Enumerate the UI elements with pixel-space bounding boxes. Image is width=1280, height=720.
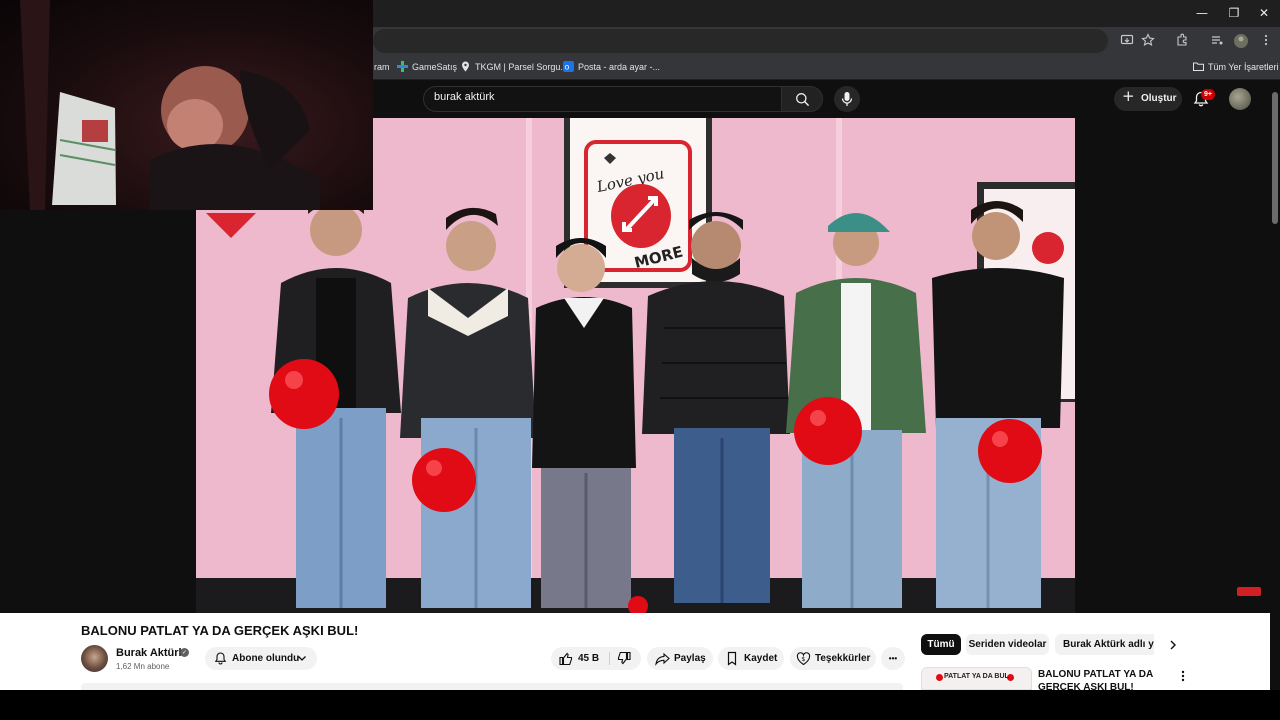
bookmark-star-icon[interactable] bbox=[1140, 33, 1156, 49]
account-avatar[interactable] bbox=[1229, 88, 1251, 110]
extensions-icon[interactable] bbox=[1174, 33, 1190, 49]
subscribed-label: Abone olundu bbox=[232, 653, 300, 664]
close-button[interactable]: ✕ bbox=[1254, 4, 1274, 22]
channel-avatar[interactable] bbox=[81, 645, 108, 672]
bookmark-gamesatis[interactable]: GameSatış bbox=[397, 60, 457, 74]
voice-search-button[interactable] bbox=[834, 86, 860, 112]
chip-series[interactable]: Seriden videolar bbox=[966, 634, 1049, 655]
plus-icon bbox=[397, 61, 408, 72]
youtube-subscribe-watermark[interactable] bbox=[1237, 587, 1261, 596]
search-query: burak aktürk bbox=[434, 91, 495, 103]
webcam-overlay bbox=[0, 0, 373, 210]
media-controls-icon[interactable] bbox=[1209, 33, 1225, 49]
bookmark-label: Tüm Yer İşaretleri bbox=[1208, 62, 1279, 72]
thumb-red-heart-icon bbox=[936, 674, 943, 681]
plus-icon: + bbox=[1122, 87, 1135, 105]
save-label: Kaydet bbox=[744, 653, 778, 664]
install-app-icon[interactable] bbox=[1119, 33, 1135, 49]
bookmark-label: Posta - arda ayar -... bbox=[578, 62, 661, 72]
chevron-down-icon bbox=[297, 647, 307, 673]
subscriber-count: 1,62 Mn abone bbox=[116, 662, 170, 671]
bookmark-label: TKGM | Parsel Sorgu... bbox=[475, 62, 568, 72]
channel-name[interactable]: Burak Aktürk bbox=[116, 647, 185, 659]
profile-avatar-icon[interactable] bbox=[1233, 33, 1249, 49]
webcam-frame bbox=[20, 0, 320, 210]
more-horizontal-icon: ••• bbox=[888, 654, 898, 663]
folder-icon bbox=[1193, 61, 1204, 72]
screen: — ❐ ✕ ram GameSatış TKGM | Parsel Sorgu.… bbox=[0, 0, 1280, 720]
subscribed-button[interactable]: Abone olundu bbox=[205, 647, 317, 670]
svg-text:$: $ bbox=[801, 655, 805, 663]
recommendation-thumbnail-text: PATLAT YA DA BUL bbox=[944, 673, 1009, 680]
description-box[interactable] bbox=[81, 683, 903, 690]
restore-button[interactable]: ❐ bbox=[1224, 4, 1244, 22]
recommendation-more-icon[interactable] bbox=[1177, 669, 1189, 683]
map-pin-icon bbox=[460, 61, 471, 72]
share-button[interactable]: Paylaş bbox=[647, 647, 713, 670]
verified-badge-icon: ✓ bbox=[180, 648, 189, 657]
thanks-label: Teşekkürler bbox=[815, 653, 871, 664]
share-icon bbox=[655, 647, 670, 673]
video-title: BALONU PATLAT YA DA GERÇEK AŞKI BUL! bbox=[81, 623, 359, 638]
scrollbar-thumb[interactable] bbox=[1272, 92, 1278, 224]
like-count: 45 B bbox=[578, 653, 600, 664]
browser-menu-icon[interactable] bbox=[1258, 33, 1274, 49]
dislike-button[interactable] bbox=[617, 647, 631, 673]
like-dislike-divider bbox=[609, 652, 610, 665]
bookmark-posta[interactable]: o Posta - arda ayar -... bbox=[563, 60, 660, 74]
like-button[interactable] bbox=[559, 647, 573, 673]
create-button[interactable]: + Oluştur bbox=[1114, 87, 1182, 111]
bookmark-label: ram bbox=[374, 62, 390, 72]
search-button[interactable] bbox=[781, 86, 823, 112]
bookmark-tkgm[interactable]: TKGM | Parsel Sorgu... bbox=[460, 60, 568, 74]
svg-text:o: o bbox=[565, 63, 570, 72]
share-label: Paylaş bbox=[674, 653, 706, 664]
bookmark-instagram[interactable]: ram bbox=[374, 60, 390, 74]
microphone-icon bbox=[841, 91, 853, 112]
taskbar bbox=[0, 690, 1280, 720]
address-bar[interactable] bbox=[373, 29, 1108, 53]
chip-channel-uploads[interactable]: Burak Aktürk adlı yükle bbox=[1055, 634, 1154, 655]
notification-count-badge: 9+ bbox=[1201, 89, 1215, 100]
create-label: Oluştur bbox=[1141, 93, 1177, 104]
recommendation-title[interactable]: BALONU PATLAT YA DA GERÇEK AŞKI BUL! BÖL… bbox=[1038, 668, 1164, 690]
mail-icon: o bbox=[563, 61, 574, 72]
search-icon bbox=[795, 92, 810, 112]
bookmark-icon bbox=[726, 647, 738, 673]
more-actions-button[interactable]: ••• bbox=[881, 647, 905, 670]
chevron-right-icon[interactable] bbox=[1166, 637, 1180, 653]
like-dislike-group: 45 B bbox=[551, 647, 641, 670]
thanks-button[interactable]: $ Teşekkürler bbox=[790, 647, 876, 670]
bookmark-label: GameSatış bbox=[412, 62, 458, 72]
thanks-heart-icon: $ bbox=[796, 647, 811, 673]
chip-all[interactable]: Tümü bbox=[921, 634, 961, 655]
minimize-button[interactable]: — bbox=[1192, 4, 1212, 22]
all-bookmarks-folder[interactable]: Tüm Yer İşaretleri bbox=[1193, 60, 1279, 74]
bell-icon bbox=[214, 647, 227, 673]
save-button[interactable]: Kaydet bbox=[718, 647, 784, 670]
